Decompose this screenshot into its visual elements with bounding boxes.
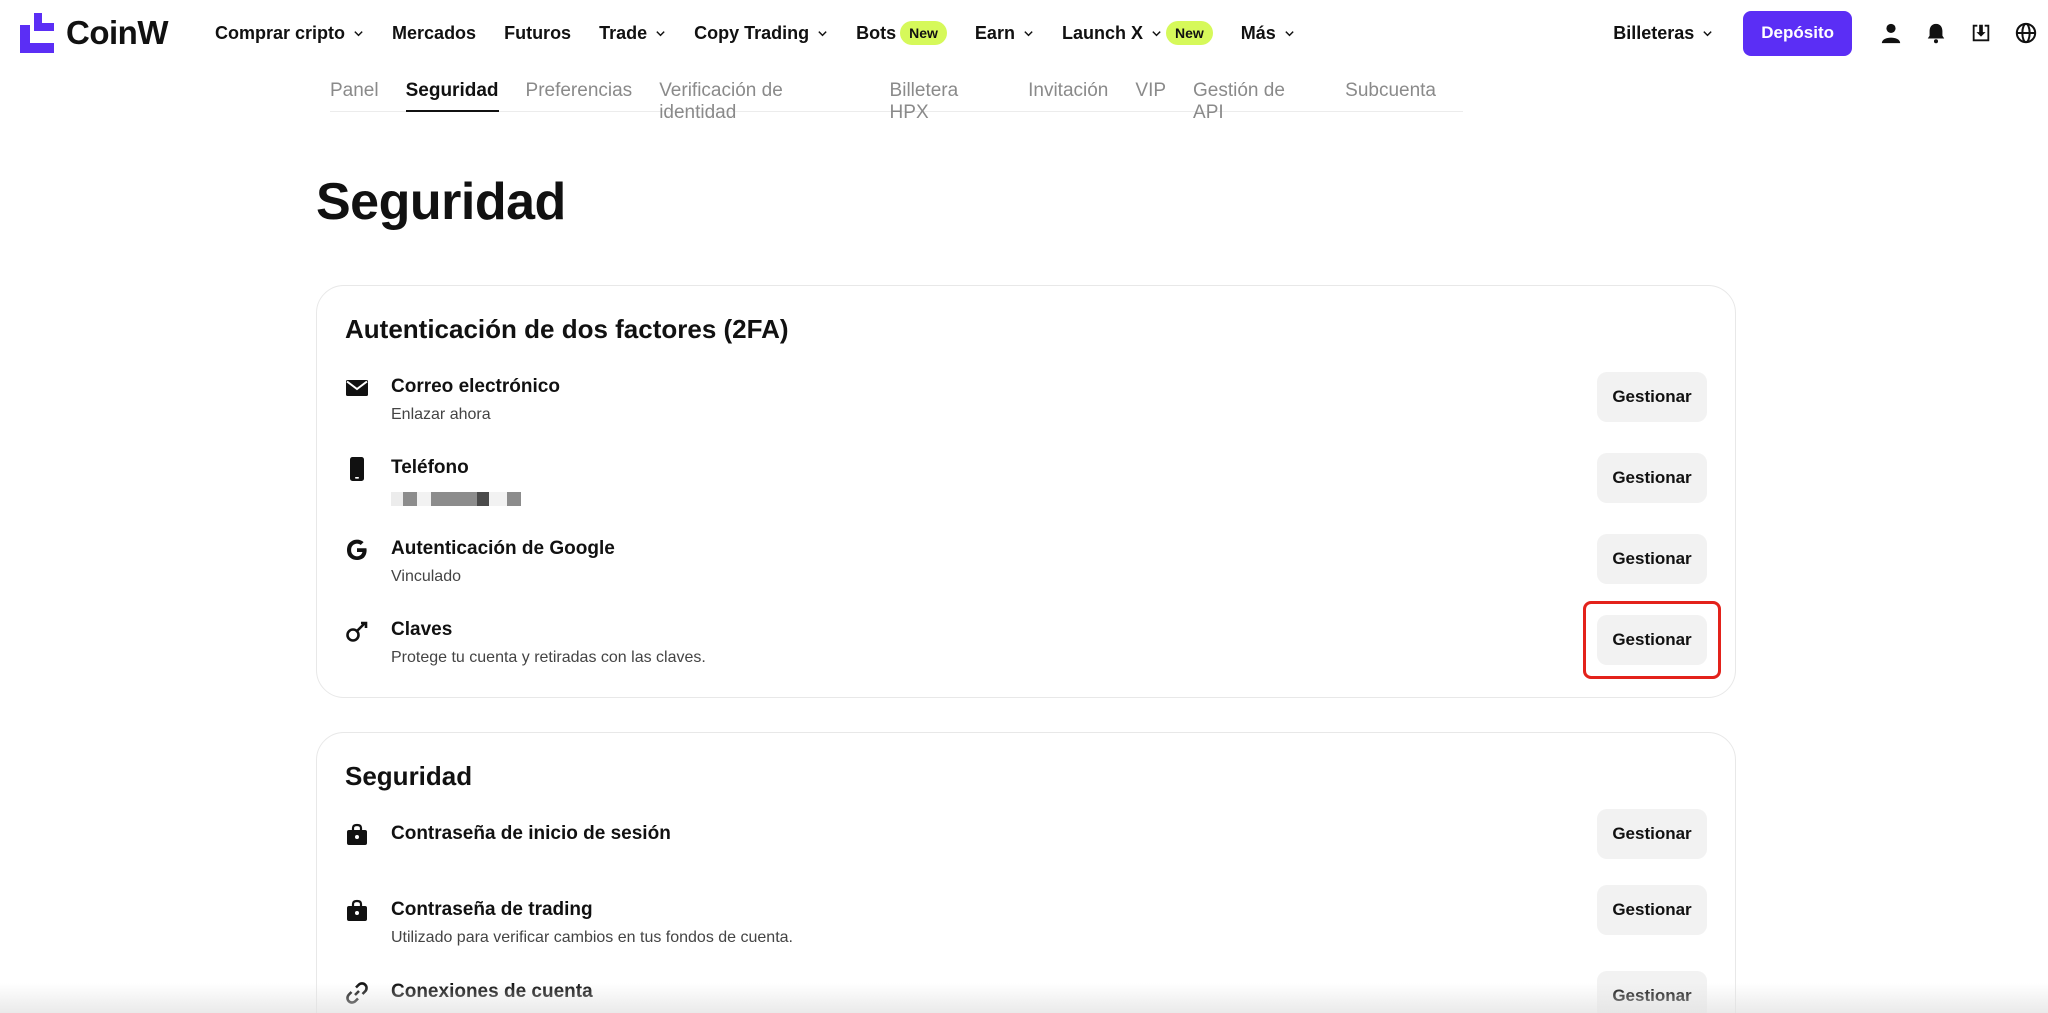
account-subtabs: Panel Seguridad Preferencias Verificació… bbox=[330, 66, 1463, 123]
chevron-down-icon bbox=[354, 30, 363, 36]
row-title: Contraseña de inicio de sesión bbox=[391, 823, 671, 844]
menu-label: Bots bbox=[856, 22, 897, 43]
menu-item-trade[interactable]: Trade bbox=[599, 23, 666, 44]
redaction-block bbox=[391, 492, 403, 506]
tab-invitacion[interactable]: Invitación bbox=[1028, 66, 1108, 112]
menu-item-bots[interactable]: Bots New bbox=[856, 21, 947, 45]
wallets-menu[interactable]: Billeteras bbox=[1613, 23, 1713, 44]
row-title: Contraseña de trading bbox=[391, 899, 593, 920]
tab-preferencias[interactable]: Preferencias bbox=[526, 66, 633, 112]
new-badge: New bbox=[900, 21, 947, 45]
bell-icon[interactable] bbox=[1913, 11, 1958, 56]
new-badge: New bbox=[1165, 21, 1213, 45]
twofa-card: Autenticación de dos factores (2FA) Corr… bbox=[316, 285, 1736, 698]
tab-billetera-hpx[interactable]: Billetera HPX bbox=[890, 66, 1002, 123]
menu-item-launch-x[interactable]: Launch X New bbox=[1062, 21, 1213, 45]
right-navigation: Billeteras Depósito bbox=[1613, 0, 2048, 66]
row-title: Autenticación de Google bbox=[391, 538, 615, 559]
link-icon bbox=[345, 981, 369, 1005]
google-icon bbox=[345, 538, 369, 562]
manage-account-connections-button[interactable]: Gestionar bbox=[1597, 971, 1707, 1013]
tab-seguridad[interactable]: Seguridad bbox=[405, 66, 499, 112]
tab-vip[interactable]: VIP bbox=[1135, 66, 1166, 112]
security-card-title: Seguridad bbox=[345, 761, 473, 791]
globe-icon[interactable] bbox=[2003, 11, 2048, 56]
redaction-block bbox=[489, 492, 507, 506]
redaction-block bbox=[477, 492, 489, 506]
redaction-block bbox=[417, 492, 431, 506]
twofa-card-title: Autenticación de dos factores (2FA) bbox=[345, 314, 789, 344]
download-icon[interactable] bbox=[1958, 11, 2003, 56]
mail-icon bbox=[345, 376, 369, 400]
list-item-email: Correo electrónico Enlazar ahora Gestion… bbox=[345, 372, 1707, 442]
manage-passkeys-button[interactable]: Gestionar bbox=[1597, 615, 1707, 665]
brand-name: CoinW bbox=[66, 14, 168, 51]
menu-label: Mercados bbox=[392, 22, 477, 43]
menu-item-mercados[interactable]: Mercados bbox=[392, 23, 476, 44]
coinw-logo[interactable]: CoinW bbox=[20, 13, 168, 53]
menu-label: Trade bbox=[599, 22, 648, 43]
manage-email-button[interactable]: Gestionar bbox=[1597, 372, 1707, 422]
menu-item-earn[interactable]: Earn bbox=[975, 23, 1034, 44]
menu-label: Futuros bbox=[504, 22, 572, 43]
row-title: Teléfono bbox=[391, 457, 469, 478]
list-item-login-password: Contraseña de inicio de sesión Gestionar bbox=[345, 809, 1707, 889]
chevron-down-icon bbox=[656, 30, 665, 36]
row-subtitle: Vinculado bbox=[391, 568, 461, 585]
menu-label: Más bbox=[1240, 22, 1276, 43]
top-navigation: CoinW Comprar cripto Mercados Futuros Tr… bbox=[0, 0, 2048, 66]
list-item-passkeys: Claves Protege tu cuenta y retiradas con… bbox=[345, 601, 1721, 685]
row-subtitle: Enlazar ahora bbox=[391, 406, 491, 423]
deposit-button[interactable]: Depósito bbox=[1743, 10, 1852, 56]
menu-label: Copy Trading bbox=[694, 22, 810, 43]
menu-item-futuros[interactable]: Futuros bbox=[504, 23, 571, 44]
redaction-block bbox=[507, 492, 521, 506]
tab-gestion-api[interactable]: Gestión de API bbox=[1193, 66, 1318, 123]
wallets-label: Billeteras bbox=[1613, 22, 1695, 43]
list-item-account-connections: Conexiones de cuenta Gestionar bbox=[345, 971, 1707, 1013]
chevron-down-icon bbox=[818, 30, 827, 36]
list-item-phone: Teléfono Gestionar bbox=[345, 453, 1707, 523]
row-subtitle: Protege tu cuenta y retiradas con las cl… bbox=[391, 649, 706, 666]
menu-label: Comprar cripto bbox=[215, 22, 346, 43]
row-subtitle: Utilizado para verificar cambios en tus … bbox=[391, 929, 793, 946]
menu-label: Launch X bbox=[1061, 22, 1143, 43]
chevron-down-icon bbox=[1024, 30, 1033, 36]
menu-item-mas[interactable]: Más bbox=[1241, 23, 1295, 44]
page-title: Seguridad bbox=[316, 173, 566, 231]
chevron-down-icon bbox=[1703, 30, 1712, 36]
tab-panel[interactable]: Panel bbox=[330, 66, 379, 112]
tab-subcuenta[interactable]: Subcuenta bbox=[1345, 66, 1436, 112]
row-title: Conexiones de cuenta bbox=[391, 981, 593, 1002]
main-menu: Comprar cripto Mercados Futuros Trade Co… bbox=[215, 0, 1323, 66]
row-title: Correo electrónico bbox=[391, 376, 560, 397]
manage-google-auth-button[interactable]: Gestionar bbox=[1597, 534, 1707, 584]
chevron-down-icon bbox=[1285, 30, 1294, 36]
tab-verificacion-identidad[interactable]: Verificación de identidad bbox=[659, 66, 862, 123]
coinw-logo-icon bbox=[20, 13, 54, 53]
manage-login-password-button[interactable]: Gestionar bbox=[1597, 809, 1707, 859]
row-title: Claves bbox=[391, 619, 453, 640]
phone-icon bbox=[345, 457, 369, 481]
chevron-down-icon bbox=[1152, 30, 1161, 36]
lock-icon bbox=[345, 823, 369, 847]
user-icon[interactable] bbox=[1868, 11, 1913, 56]
redaction-block bbox=[403, 492, 417, 506]
menu-item-copy-trading[interactable]: Copy Trading bbox=[694, 23, 828, 44]
manage-trading-password-button[interactable]: Gestionar bbox=[1597, 885, 1707, 935]
list-item-google-auth: Autenticación de Google Vinculado Gestio… bbox=[345, 534, 1707, 604]
manage-phone-button[interactable]: Gestionar bbox=[1597, 453, 1707, 503]
security-card: Seguridad Contraseña de inicio de sesión… bbox=[316, 732, 1736, 1013]
menu-item-comprar-cripto[interactable]: Comprar cripto bbox=[215, 23, 364, 44]
menu-label: Earn bbox=[974, 22, 1015, 43]
masked-phone-number bbox=[391, 491, 521, 507]
key-icon bbox=[345, 619, 369, 643]
redaction-block bbox=[431, 492, 477, 506]
lock-icon bbox=[345, 899, 369, 923]
list-item-trading-password: Contraseña de trading Utilizado para ver… bbox=[345, 885, 1707, 965]
